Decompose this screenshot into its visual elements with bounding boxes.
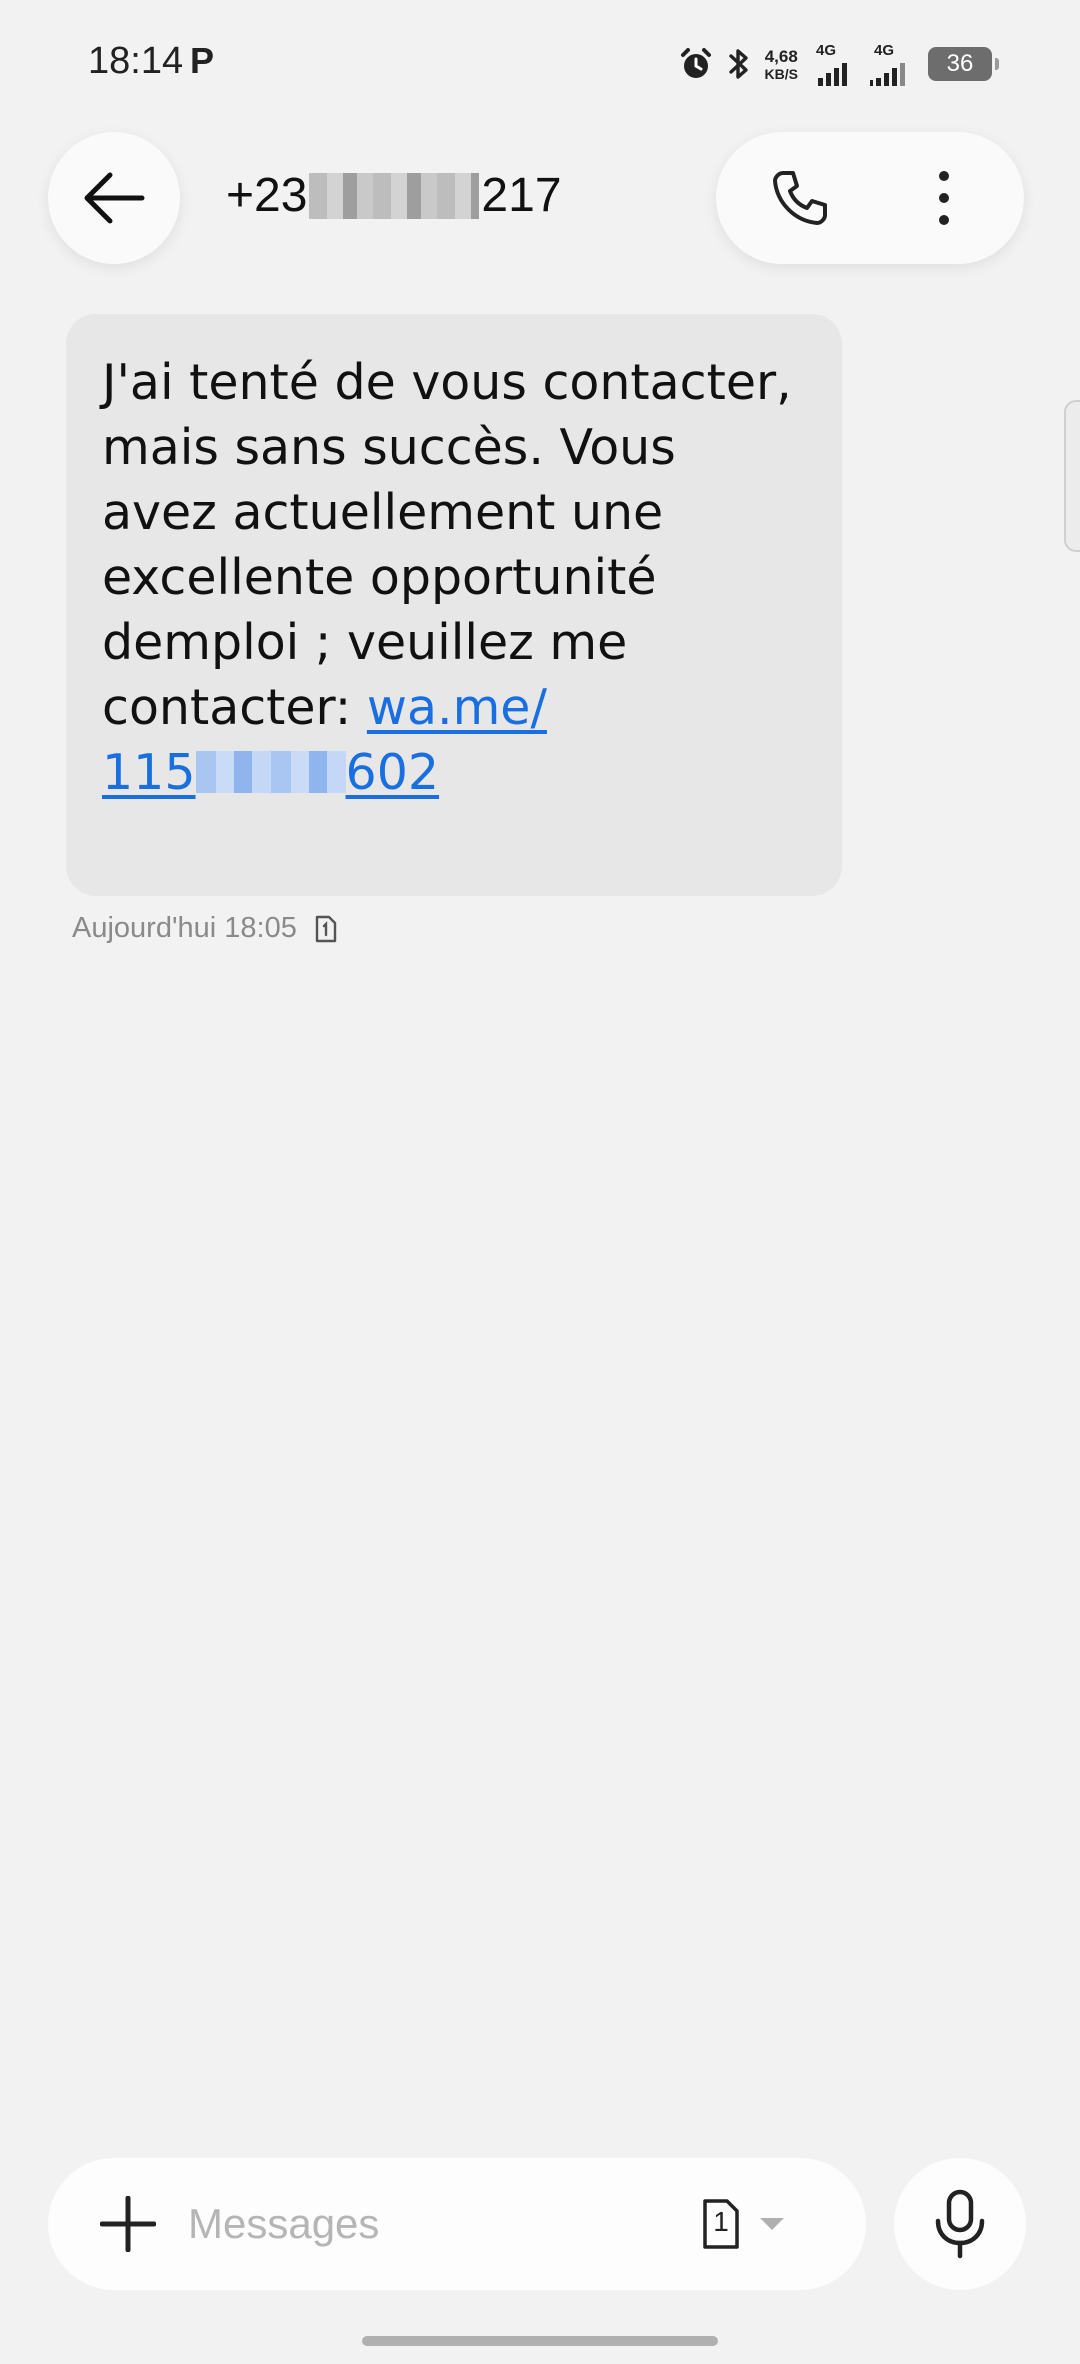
parking-notification-icon: P (190, 40, 215, 81)
contact-number-suffix: 217 (481, 169, 562, 222)
call-button[interactable] (768, 166, 832, 230)
more-options-button[interactable] (912, 166, 976, 230)
message-meta: Aujourd'hui 18:05 (72, 912, 337, 945)
phone-icon (773, 171, 827, 225)
message-composer: 1 (48, 2158, 866, 2290)
message-timestamp: Aujourd'hui 18:05 (72, 912, 297, 944)
arrow-left-icon (84, 172, 145, 224)
signal-sim1-icon: 4G (812, 42, 856, 86)
sim-card-icon (315, 915, 337, 942)
sim-number: 1 (713, 2206, 729, 2237)
incoming-message-bubble[interactable]: J'ai tenté de vous contacter, mais sans … (66, 314, 842, 896)
home-indicator[interactable] (362, 2336, 718, 2346)
alarm-icon (680, 48, 711, 78)
battery-indicator: 36 (928, 47, 999, 81)
plus-icon (100, 2196, 156, 2252)
sim-card-icon: 1 (702, 2198, 740, 2250)
voice-input-button[interactable] (894, 2158, 1026, 2290)
redacted-digits (309, 173, 480, 219)
contact-number-prefix: +23 (226, 169, 308, 222)
status-time: 18:14 (88, 40, 184, 82)
message-link-end: 602 (345, 744, 440, 801)
contact-number[interactable]: +23 217 (226, 168, 562, 223)
bluetooth-icon (728, 49, 748, 79)
more-vertical-icon (939, 171, 949, 225)
message-link-mid: 115 (102, 744, 196, 801)
message-input[interactable] (188, 2188, 708, 2260)
side-panel-handle[interactable] (1064, 400, 1080, 552)
redacted-link-digits (195, 751, 346, 793)
status-icons: 4,68 KB/S 4G 4G 36 (679, 40, 999, 88)
header-actions (716, 132, 1024, 264)
network-speed-unit: KB/S (764, 65, 798, 82)
network-speed-value: 4,68 (764, 46, 798, 66)
sim-selector[interactable]: 1 (702, 2192, 822, 2256)
chevron-down-icon (760, 2218, 784, 2230)
microphone-icon (935, 2189, 985, 2259)
status-bar: 18:14 P 4,68 KB/S 4G 4G 36 (0, 0, 1080, 120)
add-attachment-button[interactable] (96, 2192, 160, 2256)
signal-sim2-icon: 4G (870, 42, 914, 86)
back-button[interactable] (48, 132, 180, 264)
network-speed: 4,68 KB/S (765, 48, 798, 81)
message-link-start: wa.me/ (366, 679, 547, 736)
sim2-network-label: 4G (874, 42, 895, 59)
sim1-network-label: 4G (816, 42, 837, 59)
